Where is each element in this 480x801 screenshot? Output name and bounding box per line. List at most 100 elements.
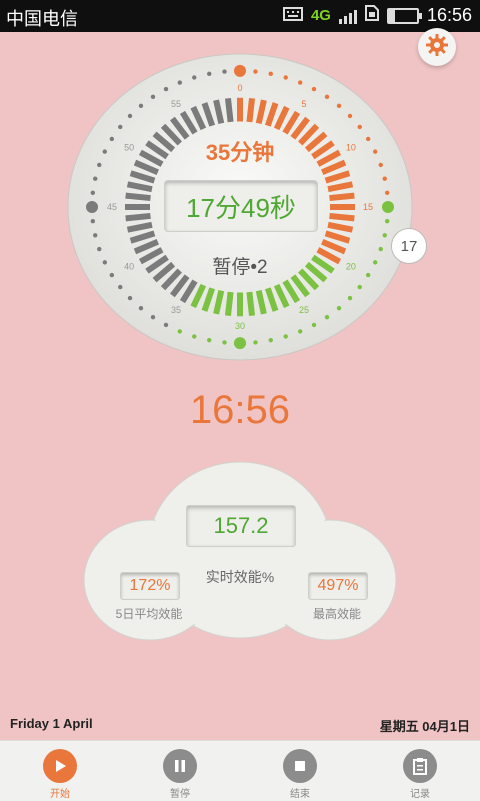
dial-dot: [324, 314, 330, 320]
dial-dot: [378, 162, 383, 168]
dial-tick: [224, 98, 234, 123]
dial-dot: [347, 295, 353, 301]
dial-dot: [336, 103, 342, 109]
play-icon: [43, 749, 77, 783]
stop-icon: [283, 749, 317, 783]
dial-scale-label: 20: [346, 262, 356, 272]
dial-dot: [373, 149, 378, 154]
date-english: Friday 1 April: [10, 716, 93, 731]
dial-scale-label: 30: [235, 321, 245, 331]
dial-dot: [378, 246, 383, 252]
dial-scale-label: 35: [171, 305, 181, 315]
dial-scale-label: 15: [363, 202, 373, 212]
dial-dot: [382, 176, 387, 181]
dial-dot: [102, 260, 107, 265]
dial-scale-label: 5: [301, 99, 306, 109]
dial-dot: [234, 64, 246, 77]
dial-dot: [127, 113, 133, 119]
realtime-efficiency-value: 157.2: [186, 505, 296, 547]
dial-dot: [297, 80, 303, 85]
dial-dot: [86, 201, 98, 213]
dial-scale-label: 50: [124, 142, 134, 152]
dial-dot: [324, 94, 330, 100]
remaining-time: 17分49秒: [164, 180, 318, 232]
dial-dot: [118, 284, 123, 290]
peak-efficiency-label: 最高效能: [312, 607, 361, 621]
dial-dot: [268, 71, 273, 77]
dial-dot: [138, 103, 144, 109]
dial-dot: [365, 272, 371, 278]
avg5-efficiency-value: 172%: [120, 572, 180, 600]
pause-icon: [163, 749, 197, 783]
dial-scale-label: 10: [346, 142, 356, 152]
dial-dot: [382, 233, 387, 238]
dial-tick: [224, 291, 234, 316]
dial-tick: [246, 98, 256, 123]
clipboard-icon: [403, 749, 437, 783]
dial-tick: [246, 291, 256, 316]
dial-dot: [253, 340, 258, 345]
dial-dot: [109, 272, 115, 278]
dial-tick: [329, 192, 355, 202]
dial-dot: [118, 124, 123, 130]
nav-pause[interactable]: 暂停: [120, 741, 240, 801]
dial-dot: [102, 149, 107, 154]
dial-dot: [127, 295, 133, 301]
dial-dot: [283, 75, 288, 80]
dial-dot: [253, 69, 258, 74]
dial-dot: [384, 190, 390, 195]
nav-records-label: 记录: [410, 789, 430, 800]
dial-dot: [382, 201, 394, 213]
dial-scale-label: 25: [299, 305, 309, 315]
dial-scale-label: 55: [171, 99, 181, 109]
total-duration: 35分钟: [205, 140, 275, 165]
dial-dot: [93, 233, 98, 238]
bottom-nav: 开始 暂停 结束 记录: [0, 740, 480, 801]
dial-dot: [373, 260, 378, 265]
dial-dot: [163, 86, 169, 92]
dial-dot: [163, 322, 169, 328]
current-time: 16:56: [189, 388, 291, 432]
nav-stop[interactable]: 结束: [240, 741, 360, 801]
minute-badge: 17: [391, 228, 427, 264]
dial-dot: [357, 124, 362, 130]
dial-dot: [222, 340, 227, 345]
dial-dot: [192, 334, 197, 339]
realtime-efficiency-label: 实时效能%: [205, 569, 275, 585]
dial-dot: [109, 136, 115, 142]
dial-dot: [311, 86, 317, 92]
dial-dot: [384, 219, 390, 224]
dial-dot: [311, 322, 317, 328]
dial-scale-label: 40: [124, 262, 134, 272]
dial-dot: [207, 71, 212, 77]
dial-dot: [93, 176, 98, 181]
dial-dot: [97, 246, 102, 252]
pause-status: 暂停•2: [212, 257, 268, 278]
nav-records[interactable]: 记录: [360, 741, 480, 801]
dial-dot: [97, 162, 102, 168]
dial-tick: [125, 192, 151, 202]
dial-dot: [177, 80, 183, 85]
dial-dot: [192, 75, 197, 80]
dial-dot: [365, 136, 371, 142]
dial-dot: [222, 69, 227, 74]
dial-scale-label: 45: [107, 202, 117, 212]
dial-dot: [150, 94, 156, 100]
dial-dot: [347, 113, 353, 119]
dial-dot: [90, 190, 96, 195]
dial-dot: [268, 337, 273, 343]
nav-pause-label: 暂停: [170, 789, 190, 800]
nav-start[interactable]: 开始: [0, 741, 120, 801]
nav-stop-label: 结束: [290, 789, 310, 800]
efficiency-cloud: [83, 461, 397, 641]
dial-dot: [283, 334, 288, 339]
dial-scale-label: 0: [237, 83, 242, 93]
dial-dot: [207, 337, 212, 343]
dial-dot: [297, 329, 303, 334]
dial-dot: [357, 284, 362, 290]
dial-dot: [150, 314, 156, 320]
dial-dot: [177, 329, 183, 334]
dial-tick: [329, 212, 355, 222]
dial-dot: [234, 337, 246, 350]
date-chinese: 星期五 04月1日: [379, 719, 470, 734]
